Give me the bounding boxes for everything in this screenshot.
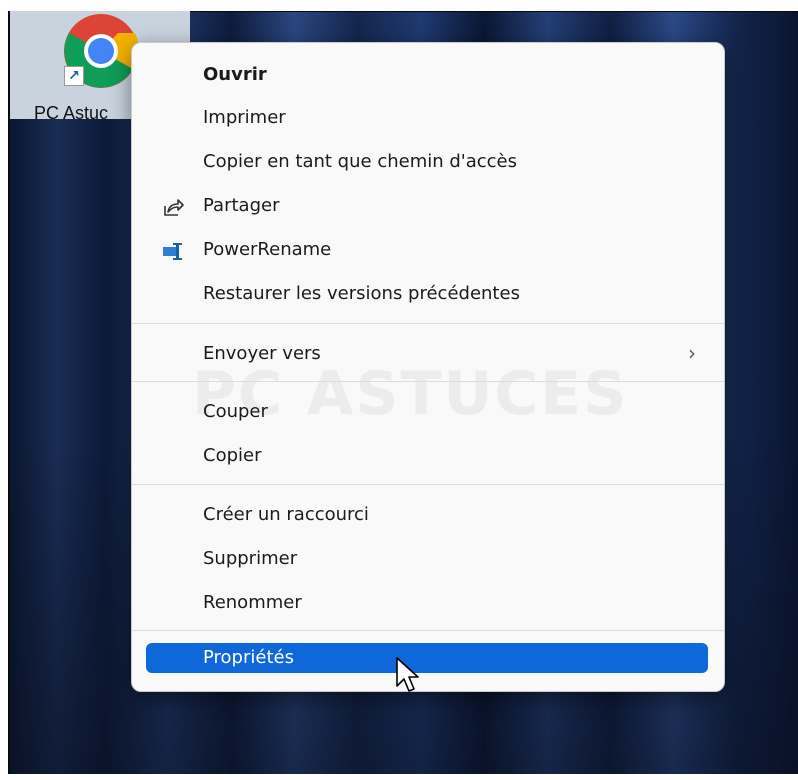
menu-item-envoyer-vers[interactable]: Envoyer vers › (144, 337, 710, 371)
desktop-icon-label: PC Astuc (34, 103, 109, 123)
powerrename-icon (163, 243, 182, 260)
shortcut-arrow-icon: ↗ (64, 66, 84, 86)
share-icon (164, 199, 184, 216)
menu-item-imprimer[interactable]: Imprimer (144, 101, 710, 135)
menu-item-label: Renommer (203, 592, 302, 613)
menu-item-label: Restaurer les versions précédentes (203, 283, 520, 304)
menu-item-copier-chemin[interactable]: Copier en tant que chemin d'accès (144, 145, 710, 179)
menu-item-restaurer[interactable]: Restaurer les versions précédentes (144, 277, 710, 311)
menu-item-partager[interactable]: Partager (144, 189, 710, 223)
context-menu: PC ASTUCES Ouvrir Imprimer Copier en tan… (131, 42, 725, 692)
menu-separator (132, 381, 724, 382)
menu-item-creer-raccourci[interactable]: Créer un raccourci (144, 498, 710, 532)
chevron-right-icon: › (688, 341, 696, 365)
menu-item-supprimer[interactable]: Supprimer (144, 542, 710, 576)
menu-item-label: Propriétés (203, 647, 294, 668)
menu-item-label: Supprimer (203, 548, 298, 569)
menu-item-couper[interactable]: Couper (144, 395, 710, 429)
menu-item-label: Partager (203, 195, 280, 216)
menu-item-label: Créer un raccourci (203, 504, 369, 525)
menu-item-label: PowerRename (203, 239, 332, 260)
mouse-cursor-icon (396, 657, 419, 692)
menu-item-label: Copier en tant que chemin d'accès (203, 151, 518, 172)
menu-item-copier[interactable]: Copier (144, 439, 710, 473)
menu-item-label: Ouvrir (203, 64, 267, 85)
menu-item-renommer[interactable]: Renommer (144, 586, 710, 620)
menu-separator (132, 323, 724, 324)
menu-item-label: Imprimer (203, 107, 286, 128)
menu-item-ouvrir[interactable]: Ouvrir (144, 58, 710, 92)
menu-item-proprietes[interactable]: Propriétés (146, 643, 708, 673)
menu-item-label: Couper (203, 401, 268, 422)
menu-item-label: Envoyer vers (203, 343, 321, 364)
menu-separator (132, 630, 724, 631)
menu-item-powerrename[interactable]: PowerRename (144, 233, 710, 267)
menu-item-label: Copier (203, 445, 262, 466)
menu-separator (132, 484, 724, 485)
